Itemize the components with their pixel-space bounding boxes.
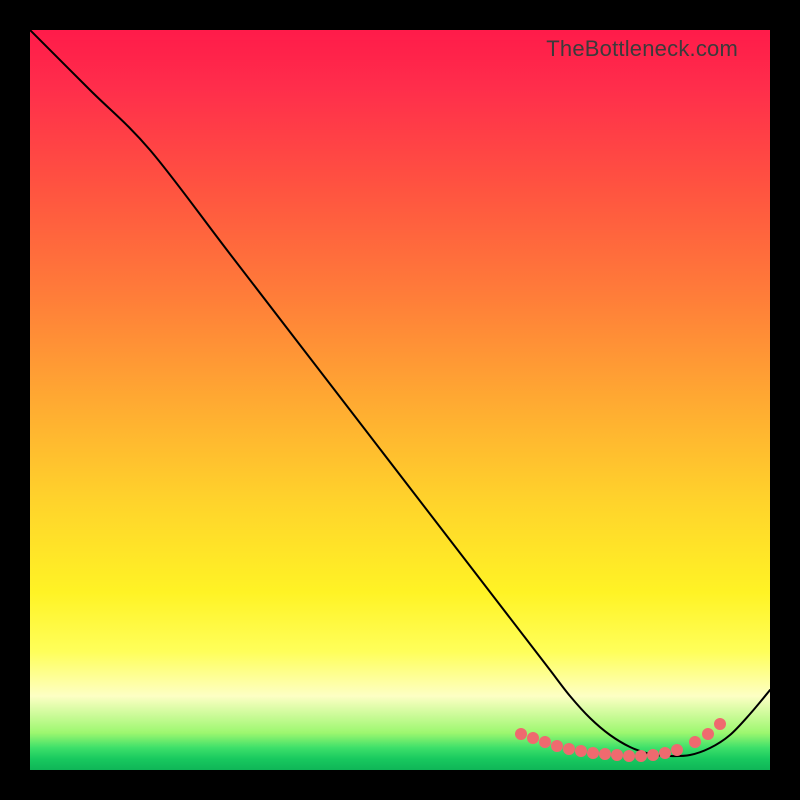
data-marker [599,748,611,760]
chart-svg [30,30,770,770]
data-marker [635,750,647,762]
data-marker [611,749,623,761]
data-marker [587,747,599,759]
attribution-label: TheBottleneck.com [546,36,738,62]
data-marker [689,736,701,748]
data-marker [671,744,683,756]
data-marker [575,745,587,757]
data-marker [539,736,551,748]
data-marker [659,747,671,759]
bottleneck-curve [30,30,770,756]
chart-plot-area: TheBottleneck.com [30,30,770,770]
data-marker [623,750,635,762]
markers-group [515,718,726,762]
data-marker [647,749,659,761]
data-marker [714,718,726,730]
data-marker [527,732,539,744]
data-marker [563,743,575,755]
chart-frame: TheBottleneck.com [0,0,800,800]
data-marker [515,728,527,740]
data-marker [702,728,714,740]
data-marker [551,740,563,752]
